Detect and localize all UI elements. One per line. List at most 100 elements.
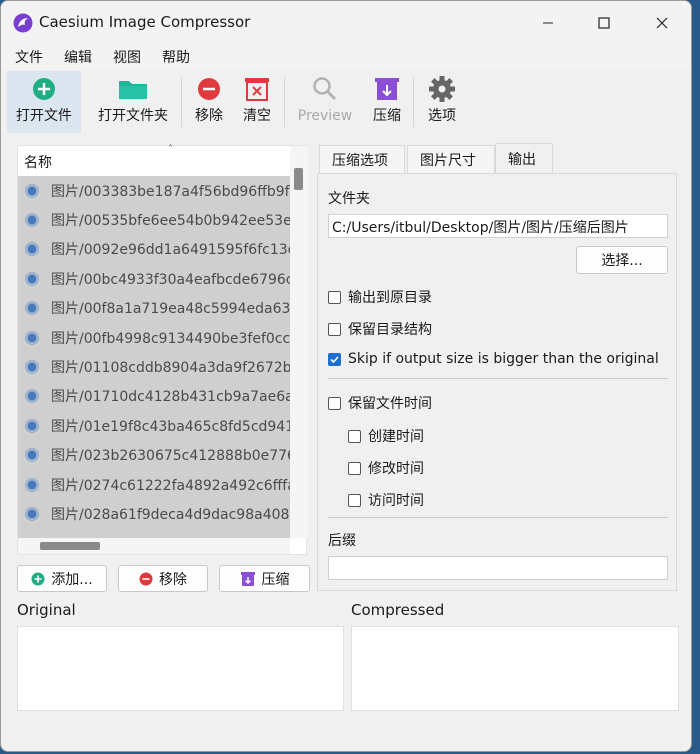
remove-label: 移除 xyxy=(195,108,223,124)
file-name: 图片/028a61f9deca4d9dac98a408 xyxy=(51,506,290,523)
list-item[interactable]: 图片/00bc4933f30a4eafbcde6796c xyxy=(18,264,290,293)
radio-icon xyxy=(25,242,39,257)
list-item[interactable]: 图片/00fb4998c9134490be3fef0cc xyxy=(18,323,290,352)
folder-icon xyxy=(119,81,147,99)
remove-button[interactable]: 移除 xyxy=(189,71,229,133)
choose-folder-button[interactable]: 选择... xyxy=(576,246,668,274)
column-name: 名称 xyxy=(24,155,52,171)
remove-icon xyxy=(139,572,153,585)
menu-view[interactable]: 视图 xyxy=(113,47,141,67)
options-label: 选项 xyxy=(428,108,456,124)
app-window: Caesium Image Compressor 文件 编辑 视图 帮助 打开文… xyxy=(0,0,692,752)
checkbox-box[interactable] xyxy=(328,322,341,336)
file-name: 图片/00f8a1a719ea48c5994eda63e xyxy=(51,301,290,318)
tab-output-label: 输出 xyxy=(508,151,536,168)
vertical-scrollbar[interactable] xyxy=(290,146,308,538)
keep-structure-checkbox[interactable]: 保留目录结构 xyxy=(328,319,432,339)
checkbox-checked-box[interactable] xyxy=(328,352,341,366)
file-name: 图片/0274c61222fa4892a492c6fffa xyxy=(51,477,290,494)
tab-compression[interactable]: 压缩选项 xyxy=(319,145,405,173)
creation-time-checkbox[interactable]: 创建时间 xyxy=(348,426,424,446)
add-button[interactable]: 添加... xyxy=(17,565,107,592)
app-logo-icon xyxy=(13,13,33,33)
file-name: 图片/00fb4998c9134490be3fef0cc xyxy=(51,330,290,347)
add-label: 添加... xyxy=(51,571,93,588)
close-button[interactable] xyxy=(639,1,685,45)
list-item[interactable]: 图片/00f8a1a719ea48c5994eda63e xyxy=(18,294,290,323)
creation-time-label: 创建时间 xyxy=(368,429,424,445)
keep-structure-label: 保留目录结构 xyxy=(348,322,432,338)
horizontal-scrollbar[interactable] xyxy=(18,538,290,554)
list-item[interactable]: 图片/023b2630675c412888b0e776 xyxy=(18,441,290,470)
modified-time-label: 修改时间 xyxy=(368,461,424,477)
open-folder-label: 打开文件夹 xyxy=(98,108,168,124)
list-header[interactable]: ˄ 名称 xyxy=(18,144,290,174)
file-name: 图片/01710dc4128b431cb9a7ae6a xyxy=(51,389,290,406)
compress-button[interactable]: 压缩 xyxy=(367,71,407,133)
maximize-icon xyxy=(598,17,610,29)
checkbox-box[interactable] xyxy=(348,461,361,475)
list-item[interactable]: 图片/01710dc4128b431cb9a7ae6a xyxy=(18,382,290,411)
list-item[interactable]: 图片/00535bfe6ee54b0b942ee53e xyxy=(18,205,290,234)
checkbox-box[interactable] xyxy=(348,429,361,443)
tab-image-size[interactable]: 图片尺寸 xyxy=(407,145,495,173)
trash-icon xyxy=(245,78,269,101)
menu-file[interactable]: 文件 xyxy=(15,47,43,67)
close-icon xyxy=(656,17,668,29)
list-item[interactable]: 图片/01e19f8c43ba465c8fd5cd941 xyxy=(18,411,290,440)
tab-compression-label: 压缩选项 xyxy=(332,152,388,169)
checkbox-box[interactable] xyxy=(328,290,341,304)
options-button[interactable]: 选项 xyxy=(421,71,463,133)
list-item[interactable]: 图片/01108cddb8904a3da9f2672b xyxy=(18,352,290,381)
file-name: 图片/023b2630675c412888b0e776 xyxy=(51,448,290,465)
maximize-button[interactable] xyxy=(581,1,627,45)
original-label: Original xyxy=(17,601,76,619)
access-time-checkbox[interactable]: 访问时间 xyxy=(348,490,424,510)
clear-button[interactable]: 清空 xyxy=(237,71,277,133)
folder-path-input[interactable]: C:/Users/itbul/Desktop/图片/图片/压缩后图片 xyxy=(328,214,668,238)
minimize-icon xyxy=(543,22,553,24)
list-item[interactable]: 图片/003383be187a4f56bd96ffb9f xyxy=(18,176,290,205)
list-item[interactable]: 图片/0092e96dd1a6491595f6fc13c xyxy=(18,235,290,264)
radio-icon xyxy=(25,477,39,492)
open-file-button[interactable]: 打开文件 xyxy=(7,71,81,133)
compress-icon xyxy=(375,78,399,100)
modified-time-checkbox[interactable]: 修改时间 xyxy=(348,458,424,478)
horizontal-scroll-thumb[interactable] xyxy=(40,542,100,550)
skip-if-bigger-label: Skip if output size is bigger than the o… xyxy=(348,351,659,367)
radio-icon xyxy=(25,301,39,316)
keep-file-time-label: 保留文件时间 xyxy=(348,396,432,412)
original-preview xyxy=(17,626,344,711)
radio-icon xyxy=(25,271,39,286)
remove-item-label: 移除 xyxy=(159,571,187,588)
title-bar[interactable]: Caesium Image Compressor xyxy=(1,1,691,45)
checkbox-box[interactable] xyxy=(328,396,341,410)
compress-icon xyxy=(240,571,255,586)
menu-help[interactable]: 帮助 xyxy=(162,47,190,67)
preview-button[interactable]: Preview xyxy=(293,71,357,133)
skip-if-bigger-checkbox[interactable]: Skip if output size is bigger than the o… xyxy=(328,351,659,367)
to-original-dir-label: 输出到原目录 xyxy=(348,290,432,306)
preview-label: Preview xyxy=(297,108,353,124)
folder-label: 文件夹 xyxy=(328,191,370,207)
compressed-preview xyxy=(351,626,679,711)
minimize-button[interactable] xyxy=(525,1,571,45)
list-item[interactable]: 图片/028a61f9deca4d9dac98a408 xyxy=(18,499,290,528)
compress-list-button[interactable]: 压缩 xyxy=(219,565,310,592)
suffix-input[interactable] xyxy=(328,556,668,580)
list-item[interactable]: 图片/0274c61222fa4892a492c6fffa xyxy=(18,470,290,499)
file-name: 图片/01e19f8c43ba465c8fd5cd941 xyxy=(51,418,290,435)
checkbox-box[interactable] xyxy=(348,493,361,507)
keep-file-time-checkbox[interactable]: 保留文件时间 xyxy=(328,393,432,413)
divider xyxy=(328,378,668,379)
suffix-label: 后缀 xyxy=(328,533,356,549)
remove-item-button[interactable]: 移除 xyxy=(118,565,208,592)
compress-list-label: 压缩 xyxy=(261,571,290,588)
open-folder-button[interactable]: 打开文件夹 xyxy=(91,71,175,133)
toolbar-separator xyxy=(413,77,414,127)
vertical-scroll-thumb[interactable] xyxy=(294,168,303,190)
menu-edit[interactable]: 编辑 xyxy=(64,47,92,67)
open-file-label: 打开文件 xyxy=(16,108,72,124)
tab-output[interactable]: 输出 xyxy=(495,143,553,173)
to-original-dir-checkbox[interactable]: 输出到原目录 xyxy=(328,287,432,307)
